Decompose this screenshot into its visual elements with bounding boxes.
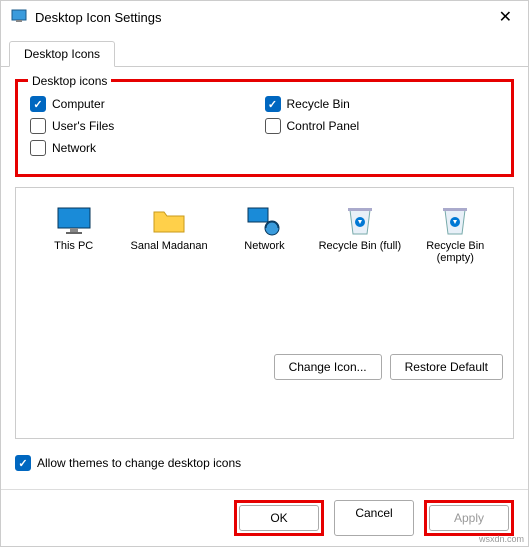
ok-button[interactable]: OK <box>239 505 319 531</box>
window-title: Desktop Icon Settings <box>35 10 493 25</box>
folder-icon <box>124 202 214 240</box>
titlebar: Desktop Icon Settings ✕ <box>1 1 528 33</box>
ok-highlight: OK <box>234 500 324 536</box>
chk-right-0-box[interactable] <box>265 96 281 112</box>
icon-item-1[interactable]: Sanal Madanan <box>124 202 214 252</box>
apply-button[interactable]: Apply <box>429 505 509 531</box>
chk-left-0-box[interactable] <box>30 96 46 112</box>
icon-item-3[interactable]: Recycle Bin (full) <box>315 202 405 252</box>
checkbox-column-right: Recycle Bin Control Panel <box>265 90 500 162</box>
content-area: Desktop icons Computer User's Files Networ… <box>1 67 528 489</box>
tab-desktop-icons[interactable]: Desktop Icons <box>9 41 115 67</box>
checkbox-column-left: Computer User's Files Network <box>30 90 265 162</box>
tabbar: Desktop Icons <box>1 33 528 67</box>
icon-label-0: This PC <box>29 240 119 252</box>
chk-right-1-label: Control Panel <box>287 119 360 133</box>
close-icon[interactable]: ✕ <box>493 7 518 27</box>
bin-empty-icon <box>410 202 500 240</box>
icon-label-2: Network <box>219 240 309 252</box>
cancel-button[interactable]: Cancel <box>334 500 414 536</box>
chk-left-1-box[interactable] <box>30 118 46 134</box>
chk-left-0-label: Computer <box>52 97 105 111</box>
icon-item-2[interactable]: Network <box>219 202 309 252</box>
chk-left-1-label: User's Files <box>52 119 114 133</box>
allow-themes-check-icon[interactable] <box>15 455 31 471</box>
icon-row: This PC Sanal Madanan Network Recycle Bin (… <box>26 202 503 264</box>
icon-label-3: Recycle Bin (full) <box>315 240 405 252</box>
change-icon-button[interactable]: Change Icon... <box>274 354 382 380</box>
group-legend: Desktop icons <box>28 74 111 88</box>
watermark: wsxdn.com <box>479 534 524 544</box>
chk-left-2[interactable]: Network <box>30 140 265 156</box>
chk-left-1[interactable]: User's Files <box>30 118 265 134</box>
network-icon <box>219 202 309 240</box>
chk-left-0[interactable]: Computer <box>30 96 265 112</box>
chk-right-1[interactable]: Control Panel <box>265 118 500 134</box>
icon-label-1: Sanal Madanan <box>124 240 214 252</box>
app-icon <box>11 8 27 27</box>
dialog-footer: OK Cancel Apply wsxdn.com <box>1 489 528 546</box>
bin-full-icon <box>315 202 405 240</box>
restore-default-button[interactable]: Restore Default <box>390 354 503 380</box>
desktop-icons-group: Desktop icons ComputerUser's FilesNetwor… <box>15 79 514 177</box>
chk-right-0[interactable]: Recycle Bin <box>265 96 500 112</box>
monitor-icon <box>29 202 119 240</box>
apply-highlight: Apply <box>424 500 514 536</box>
dialog-window: Desktop Icon Settings ✕ Desktop Icons De… <box>0 0 529 547</box>
icon-item-0[interactable]: This PC <box>29 202 119 252</box>
chk-left-2-label: Network <box>52 141 96 155</box>
chk-right-1-box[interactable] <box>265 118 281 134</box>
chk-left-2-box[interactable] <box>30 140 46 156</box>
allow-themes-label: Allow themes to change desktop icons <box>37 456 241 470</box>
icon-item-4[interactable]: Recycle Bin (empty) <box>410 202 500 264</box>
icon-label-4: Recycle Bin (empty) <box>410 240 500 264</box>
allow-themes-checkbox[interactable]: Allow themes to change desktop icons <box>15 455 514 471</box>
icon-preview-list[interactable]: This PC Sanal Madanan Network Recycle Bin (… <box>15 187 514 439</box>
chk-right-0-label: Recycle Bin <box>287 97 350 111</box>
